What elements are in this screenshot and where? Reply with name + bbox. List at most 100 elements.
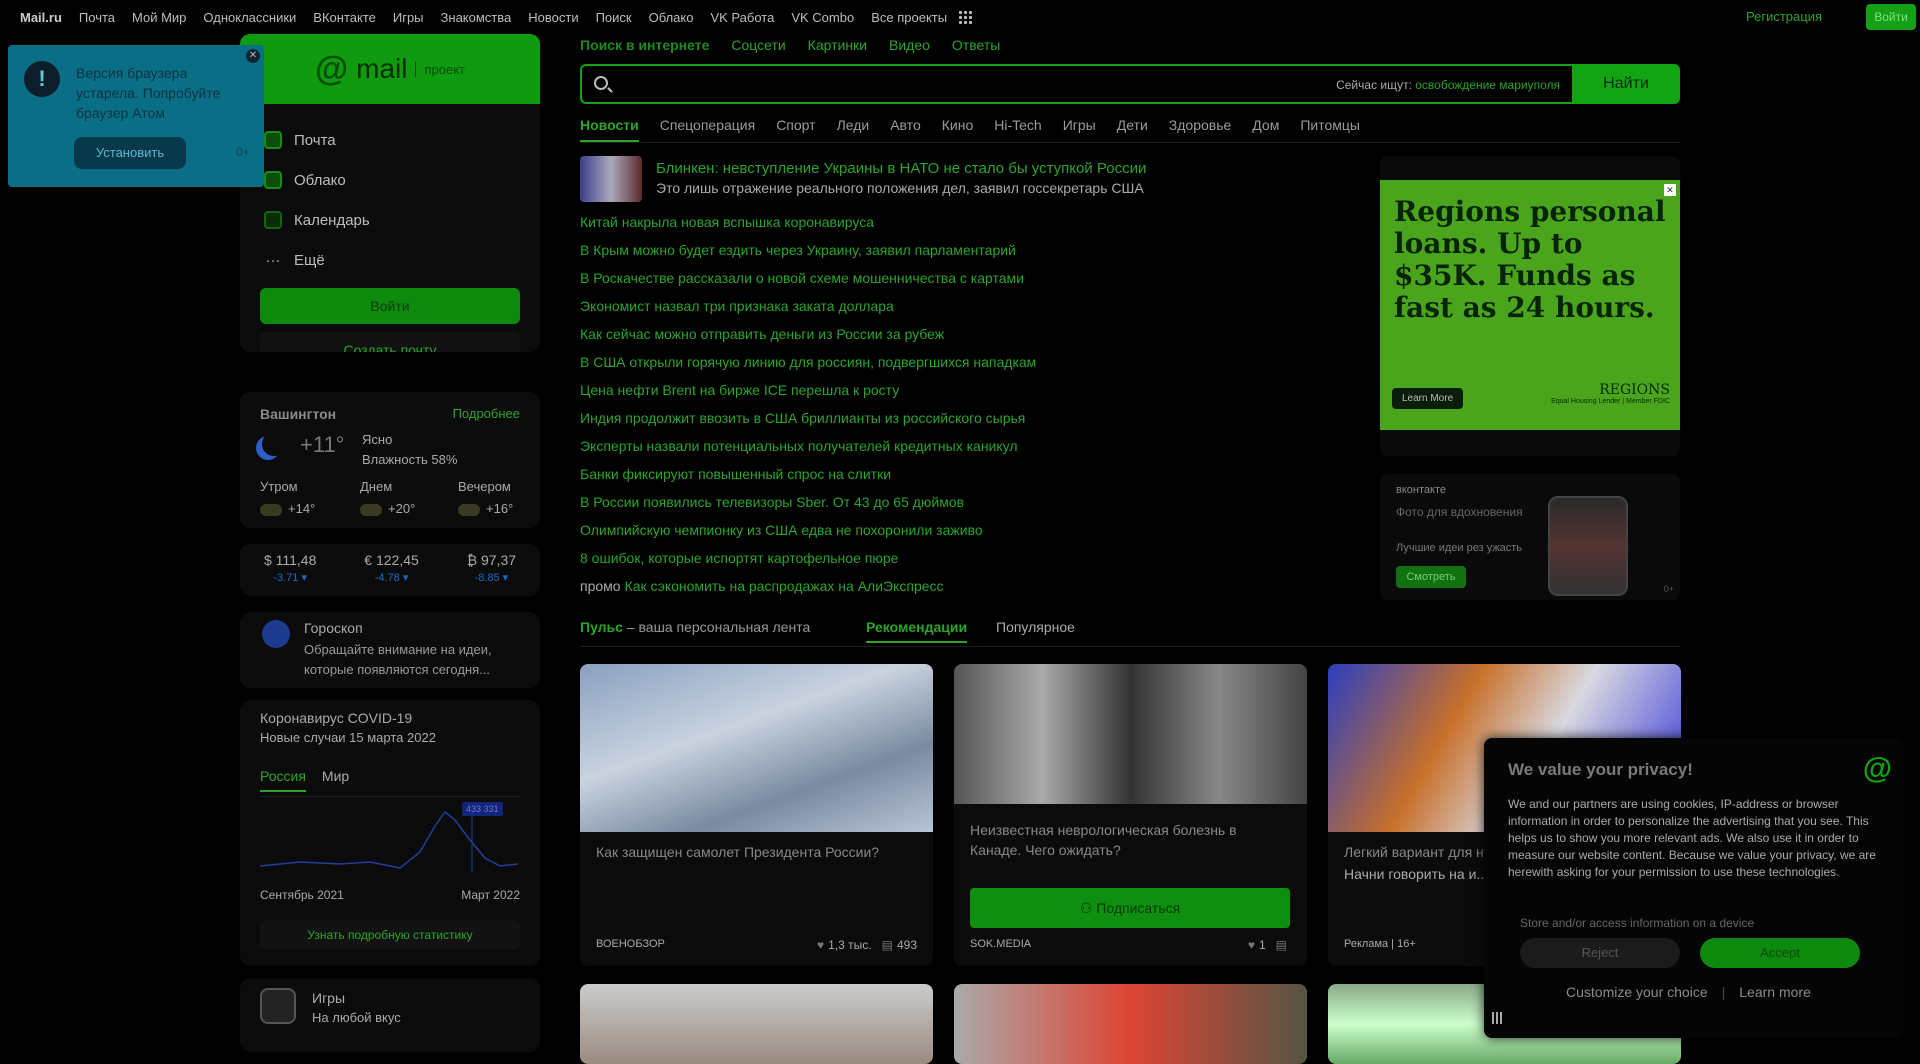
link-poisk[interactable]: Поиск xyxy=(596,10,632,25)
news-item[interactable]: В Крым можно будет ездить через Украину,… xyxy=(580,240,1036,268)
search-tabs: Поиск в интернете Соцсети Картинки Видео… xyxy=(580,37,1000,53)
top-news-title[interactable]: Блинкен: невступление Украины в НАТО не … xyxy=(656,160,1146,177)
service-label: Ещё xyxy=(294,251,325,269)
link-odnoklassniki[interactable]: Одноклассники xyxy=(203,10,296,25)
link-separator: | xyxy=(1721,984,1726,1000)
tab-home[interactable]: Дом xyxy=(1252,117,1279,142)
mail-logo[interactable]: @ mail проект xyxy=(240,34,540,104)
link-vkontakte[interactable]: ВКонтакте xyxy=(313,10,376,25)
tab-russia[interactable]: Россия xyxy=(260,768,306,792)
link-vk-rabota[interactable]: VK Работа xyxy=(710,10,774,25)
customize-link[interactable]: Customize your choice xyxy=(1566,984,1708,1000)
regions-ad[interactable]: Regions personal loans. Up to $35K. Fund… xyxy=(1380,156,1680,456)
rate-eur[interactable]: € 122,45 -4.78 ▾ xyxy=(364,552,419,596)
link-igry[interactable]: Игры xyxy=(393,10,424,25)
feed-card-image[interactable] xyxy=(580,984,933,1064)
tab-auto[interactable]: Авто xyxy=(890,117,921,142)
service-item-calendar[interactable]: Календарь xyxy=(264,200,540,240)
link-novosti[interactable]: Новости xyxy=(528,10,578,25)
feed-card[interactable]: Как защищен самолет Президента России? В… xyxy=(580,664,933,966)
tab-news[interactable]: Новости xyxy=(580,117,639,142)
link-oblako[interactable]: Облако xyxy=(649,10,694,25)
promo-text: Как сэкономить на распродажах на АлиЭксп… xyxy=(624,578,944,594)
tab-answers[interactable]: Ответы xyxy=(952,37,1000,53)
link-all-projects[interactable]: Все проекты xyxy=(871,10,947,25)
tab-recommendations[interactable]: Рекомендации xyxy=(866,619,968,643)
news-item[interactable]: Китай накрыла новая вспышка коронавируса xyxy=(580,212,1036,240)
tab-games[interactable]: Игры xyxy=(1063,117,1096,142)
news-item[interactable]: Олимпийскую чемпионку из США едва не пох… xyxy=(580,520,1036,548)
covid-stats-button[interactable]: Узнать подробную статистику xyxy=(260,920,520,950)
tab-specoperation[interactable]: Спецоперация xyxy=(660,117,755,142)
reject-button[interactable]: Reject xyxy=(1520,938,1680,968)
weather-temp: +11° xyxy=(300,432,345,457)
close-icon[interactable]: ✕ xyxy=(246,49,260,63)
link-znakomstva[interactable]: Знакомства xyxy=(441,10,512,25)
tab-popular[interactable]: Популярное xyxy=(996,619,1075,635)
brain-scan-image xyxy=(954,664,1307,804)
create-mailbox-button[interactable]: Создать почту xyxy=(260,332,520,352)
news-item[interactable]: Цена нефти Brent на бирже ICE перешла к … xyxy=(580,380,1036,408)
comment-icon[interactable]: ▤ xyxy=(882,938,893,952)
games-widget[interactable]: Игры На любой вкус xyxy=(240,978,540,1052)
tab-social[interactable]: Соцсети xyxy=(731,37,785,53)
tab-kino[interactable]: Кино xyxy=(942,117,974,142)
service-item-oblako[interactable]: Облако xyxy=(264,160,540,200)
trending-search[interactable]: Сейчас ищут: освобождение мариуполя xyxy=(1336,78,1560,92)
news-item[interactable]: В Роскачестве рассказали о новой схеме м… xyxy=(580,268,1036,296)
tab-hitech[interactable]: Hi-Tech xyxy=(994,117,1041,142)
news-item[interactable]: Как сейчас можно отправить деньги из Рос… xyxy=(580,324,1036,352)
tab-pets[interactable]: Питомцы xyxy=(1300,117,1360,142)
tab-images[interactable]: Картинки xyxy=(808,37,867,53)
link-mailru[interactable]: Mail.ru xyxy=(20,10,62,25)
news-item[interactable]: Эксперты назвали потенциальных получател… xyxy=(580,436,1036,464)
accept-button[interactable]: Accept xyxy=(1700,938,1860,968)
news-item[interactable]: 8 ошибок, которые испортят картофельное … xyxy=(580,548,1036,576)
pulse-label[interactable]: Пульс – ваша персональная лента xyxy=(580,619,810,635)
promo-news-item[interactable]: промо Как сэкономить на распродажах на Ал… xyxy=(580,576,1036,604)
rate-usd[interactable]: $ 111,48 -3.71 ▾ xyxy=(264,552,316,596)
link-pochta[interactable]: Почта xyxy=(79,10,115,25)
feed-card-image[interactable] xyxy=(954,984,1307,1064)
news-item[interactable]: Банки фиксируют повышенный спрос на слит… xyxy=(580,464,1036,492)
vk-ad[interactable]: вконтакте Фото для вдохновения Лучшие ид… xyxy=(1380,474,1680,600)
ad-close-icon[interactable]: ✕ xyxy=(1664,184,1676,196)
news-item[interactable]: В США открыли горячую линию для россиян,… xyxy=(580,352,1036,380)
cookie-body: We and our partners are using cookies, I… xyxy=(1508,797,1876,879)
rate-oil[interactable]: ₿ 97,37 -8.85 ▾ xyxy=(467,552,516,596)
subscribe-button[interactable]: ⚇ Подписаться xyxy=(970,888,1290,928)
vk-ad-button[interactable]: Смотреть xyxy=(1396,566,1466,588)
covid-tabs: Россия Мир xyxy=(260,768,349,792)
news-item[interactable]: Индия продолжит ввозить в США бриллианты… xyxy=(580,408,1036,436)
tab-web-search[interactable]: Поиск в интернете xyxy=(580,37,709,53)
link-moy-mir[interactable]: Мой Мир xyxy=(132,10,186,25)
search-button[interactable]: Найти xyxy=(1572,64,1680,104)
news-item[interactable]: В России появились телевизоры Sber. От 4… xyxy=(580,492,1036,520)
service-item-pochta[interactable]: Почта xyxy=(264,120,540,160)
install-button[interactable]: Установить xyxy=(74,137,186,169)
weather-widget[interactable]: Вашингтон Подробнее +11° Ясно Влажность … xyxy=(240,392,540,528)
news-item[interactable]: Экономист назвал три признака заката дол… xyxy=(580,296,1036,324)
heart-icon[interactable]: ♥ xyxy=(817,938,824,952)
tab-video[interactable]: Видео xyxy=(889,37,930,53)
link-vk-combo[interactable]: VK Combo xyxy=(791,10,854,25)
tab-health[interactable]: Здоровье xyxy=(1169,117,1232,142)
search-input[interactable]: Сейчас ищут: освобождение мариуполя Найт… xyxy=(580,64,1680,104)
heart-icon[interactable]: ♥ xyxy=(1248,938,1255,952)
learn-more-link[interactable]: Learn more xyxy=(1739,984,1811,1000)
comment-icon[interactable]: ▤ xyxy=(1276,938,1287,952)
weather-more-link[interactable]: Подробнее xyxy=(453,406,520,421)
tab-lady[interactable]: Леди xyxy=(837,117,870,142)
login-button[interactable]: Войти xyxy=(1866,4,1916,30)
horoscope-widget[interactable]: Гороскоп Обращайте внимание на идеи, кот… xyxy=(240,612,540,688)
register-link[interactable]: Регистрация xyxy=(1746,9,1822,24)
ad-learn-more-button[interactable]: Learn More xyxy=(1392,388,1464,409)
service-item-more[interactable]: ··· Ещё xyxy=(264,240,540,280)
tab-world[interactable]: Мир xyxy=(322,768,349,792)
mail-login-button[interactable]: Войти xyxy=(260,288,520,324)
feed-card[interactable]: Неизвестная неврологическая болезнь в Ка… xyxy=(954,664,1307,966)
tab-kids[interactable]: Дети xyxy=(1117,117,1148,142)
tab-sport[interactable]: Спорт xyxy=(776,117,815,142)
apps-grid-icon[interactable] xyxy=(958,9,973,24)
top-news-image[interactable] xyxy=(580,156,642,202)
